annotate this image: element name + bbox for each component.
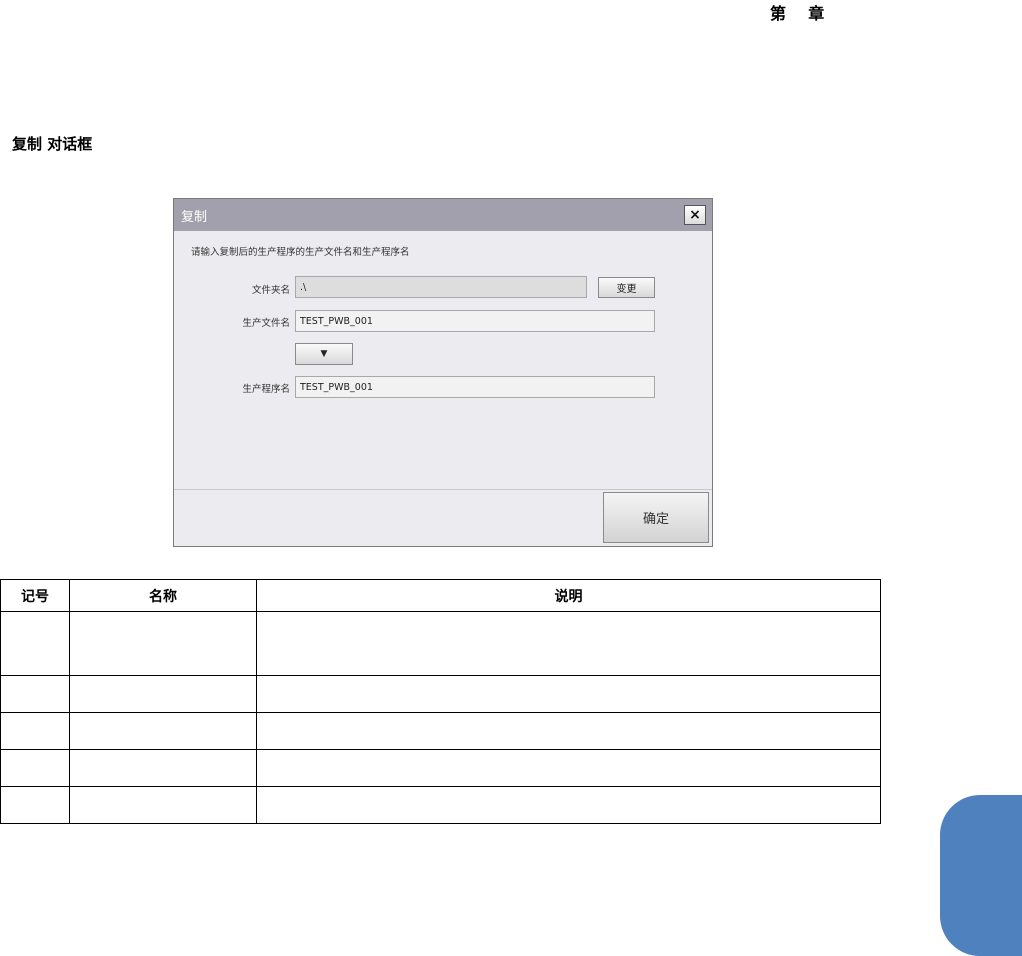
section-title: 复制 对话框 [12, 135, 93, 153]
copy-dialog: 复制 × 请输入复制后的生产程序的生产文件名和生产程序名 文件夹名 变更 生产文… [173, 198, 713, 547]
cell-name [69, 749, 257, 787]
cell-description [256, 611, 881, 676]
table-row [0, 786, 881, 824]
folder-label: 文件夹名 [251, 285, 290, 296]
ok-button[interactable]: 确定 [603, 492, 709, 543]
cell-description [256, 675, 881, 713]
table-row [0, 611, 881, 676]
production-file-label: 生产文件名 [242, 318, 290, 329]
cell-description [256, 749, 881, 787]
cell-name [69, 611, 257, 676]
cell-symbol [0, 712, 70, 750]
cell-name [69, 675, 257, 713]
cell-description [256, 786, 881, 824]
cell-description [256, 712, 881, 750]
dialog-separator [174, 489, 712, 490]
chapter-tab-marker [940, 795, 1022, 956]
table-row [0, 749, 881, 787]
cell-name [69, 786, 257, 824]
chapter-header: 第 章 [770, 4, 825, 23]
copy-name-down-button[interactable]: ▼ [295, 343, 353, 365]
production-program-field[interactable] [295, 376, 655, 398]
dialog-instruction: 请输入复制后的生产程序的生产文件名和生产程序名 [191, 247, 410, 258]
folder-field[interactable] [295, 276, 587, 298]
header-symbol: 记号 [0, 579, 70, 612]
dialog-titlebar: 复制 × [174, 199, 712, 231]
cell-symbol [0, 611, 70, 676]
header-description: 说明 [256, 579, 881, 612]
table-header-row: 记号 名称 说明 [0, 579, 881, 612]
cell-symbol [0, 675, 70, 713]
dialog-title: 复制 [181, 209, 208, 225]
header-name: 名称 [69, 579, 257, 612]
cell-symbol [0, 749, 70, 787]
cell-name [69, 712, 257, 750]
change-button[interactable]: 变更 [598, 277, 655, 298]
close-button[interactable]: × [684, 205, 706, 225]
table-row [0, 675, 881, 713]
production-program-label: 生产程序名 [242, 384, 290, 395]
table-row [0, 712, 881, 750]
production-file-field[interactable] [295, 310, 655, 332]
cell-symbol [0, 786, 70, 824]
reference-table: 记号 名称 说明 [0, 579, 881, 824]
